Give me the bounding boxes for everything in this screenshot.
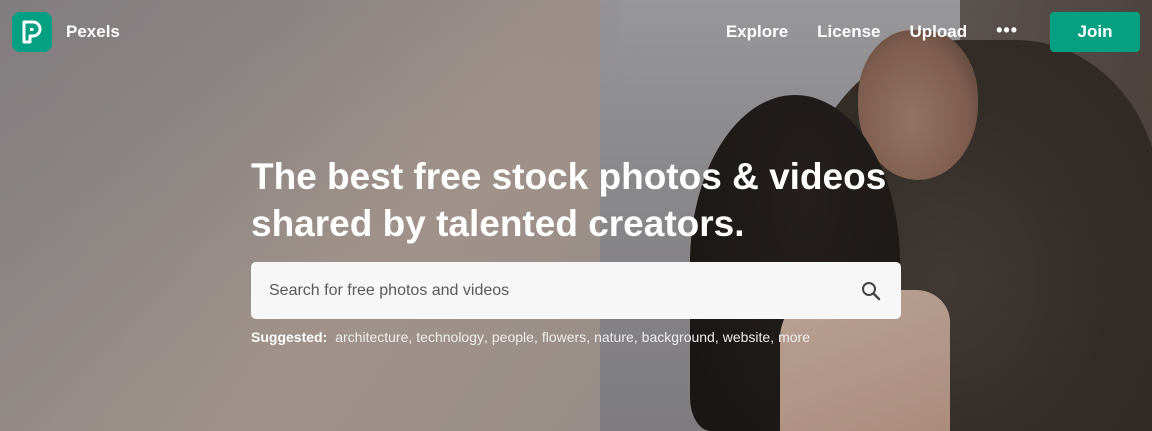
pexels-logo[interactable] [12, 12, 52, 52]
more-menu-icon[interactable]: ••• [996, 20, 1018, 41]
suggested-searches: Suggested: architecture, technology, peo… [251, 329, 810, 345]
suggested-item-architecture[interactable]: architecture [335, 329, 408, 345]
nav-explore-link[interactable]: Explore [726, 22, 788, 42]
top-nav: Pexels Explore License Upload ••• Join [0, 0, 1152, 64]
suggested-label: Suggested: [251, 329, 328, 345]
suggested-item-more[interactable]: more [778, 329, 810, 345]
suggested-item-background[interactable]: background [642, 329, 715, 345]
suggested-item-people[interactable]: people [492, 329, 534, 345]
search-icon[interactable] [859, 279, 883, 303]
search-bar [251, 262, 901, 319]
search-input[interactable] [269, 281, 859, 300]
nav-upload-link[interactable]: Upload [909, 22, 967, 42]
headline-line-1: The best free stock photos & videos [251, 156, 887, 197]
headline-line-2: shared by talented creators. [251, 203, 745, 244]
hero-headline: The best free stock photos & videos shar… [251, 153, 891, 247]
join-button[interactable]: Join [1050, 12, 1140, 52]
nav-license-link[interactable]: License [817, 22, 880, 42]
hero-section: Pexels Explore License Upload ••• Join T… [0, 0, 1152, 431]
suggested-item-website[interactable]: website [723, 329, 770, 345]
brand-name[interactable]: Pexels [66, 22, 120, 42]
suggested-item-flowers[interactable]: flowers [542, 329, 586, 345]
suggested-item-nature[interactable]: nature [594, 329, 634, 345]
pexels-logo-icon [22, 20, 42, 44]
nav-links: Explore License Upload ••• Join [726, 12, 1140, 52]
suggested-item-technology[interactable]: technology [416, 329, 484, 345]
